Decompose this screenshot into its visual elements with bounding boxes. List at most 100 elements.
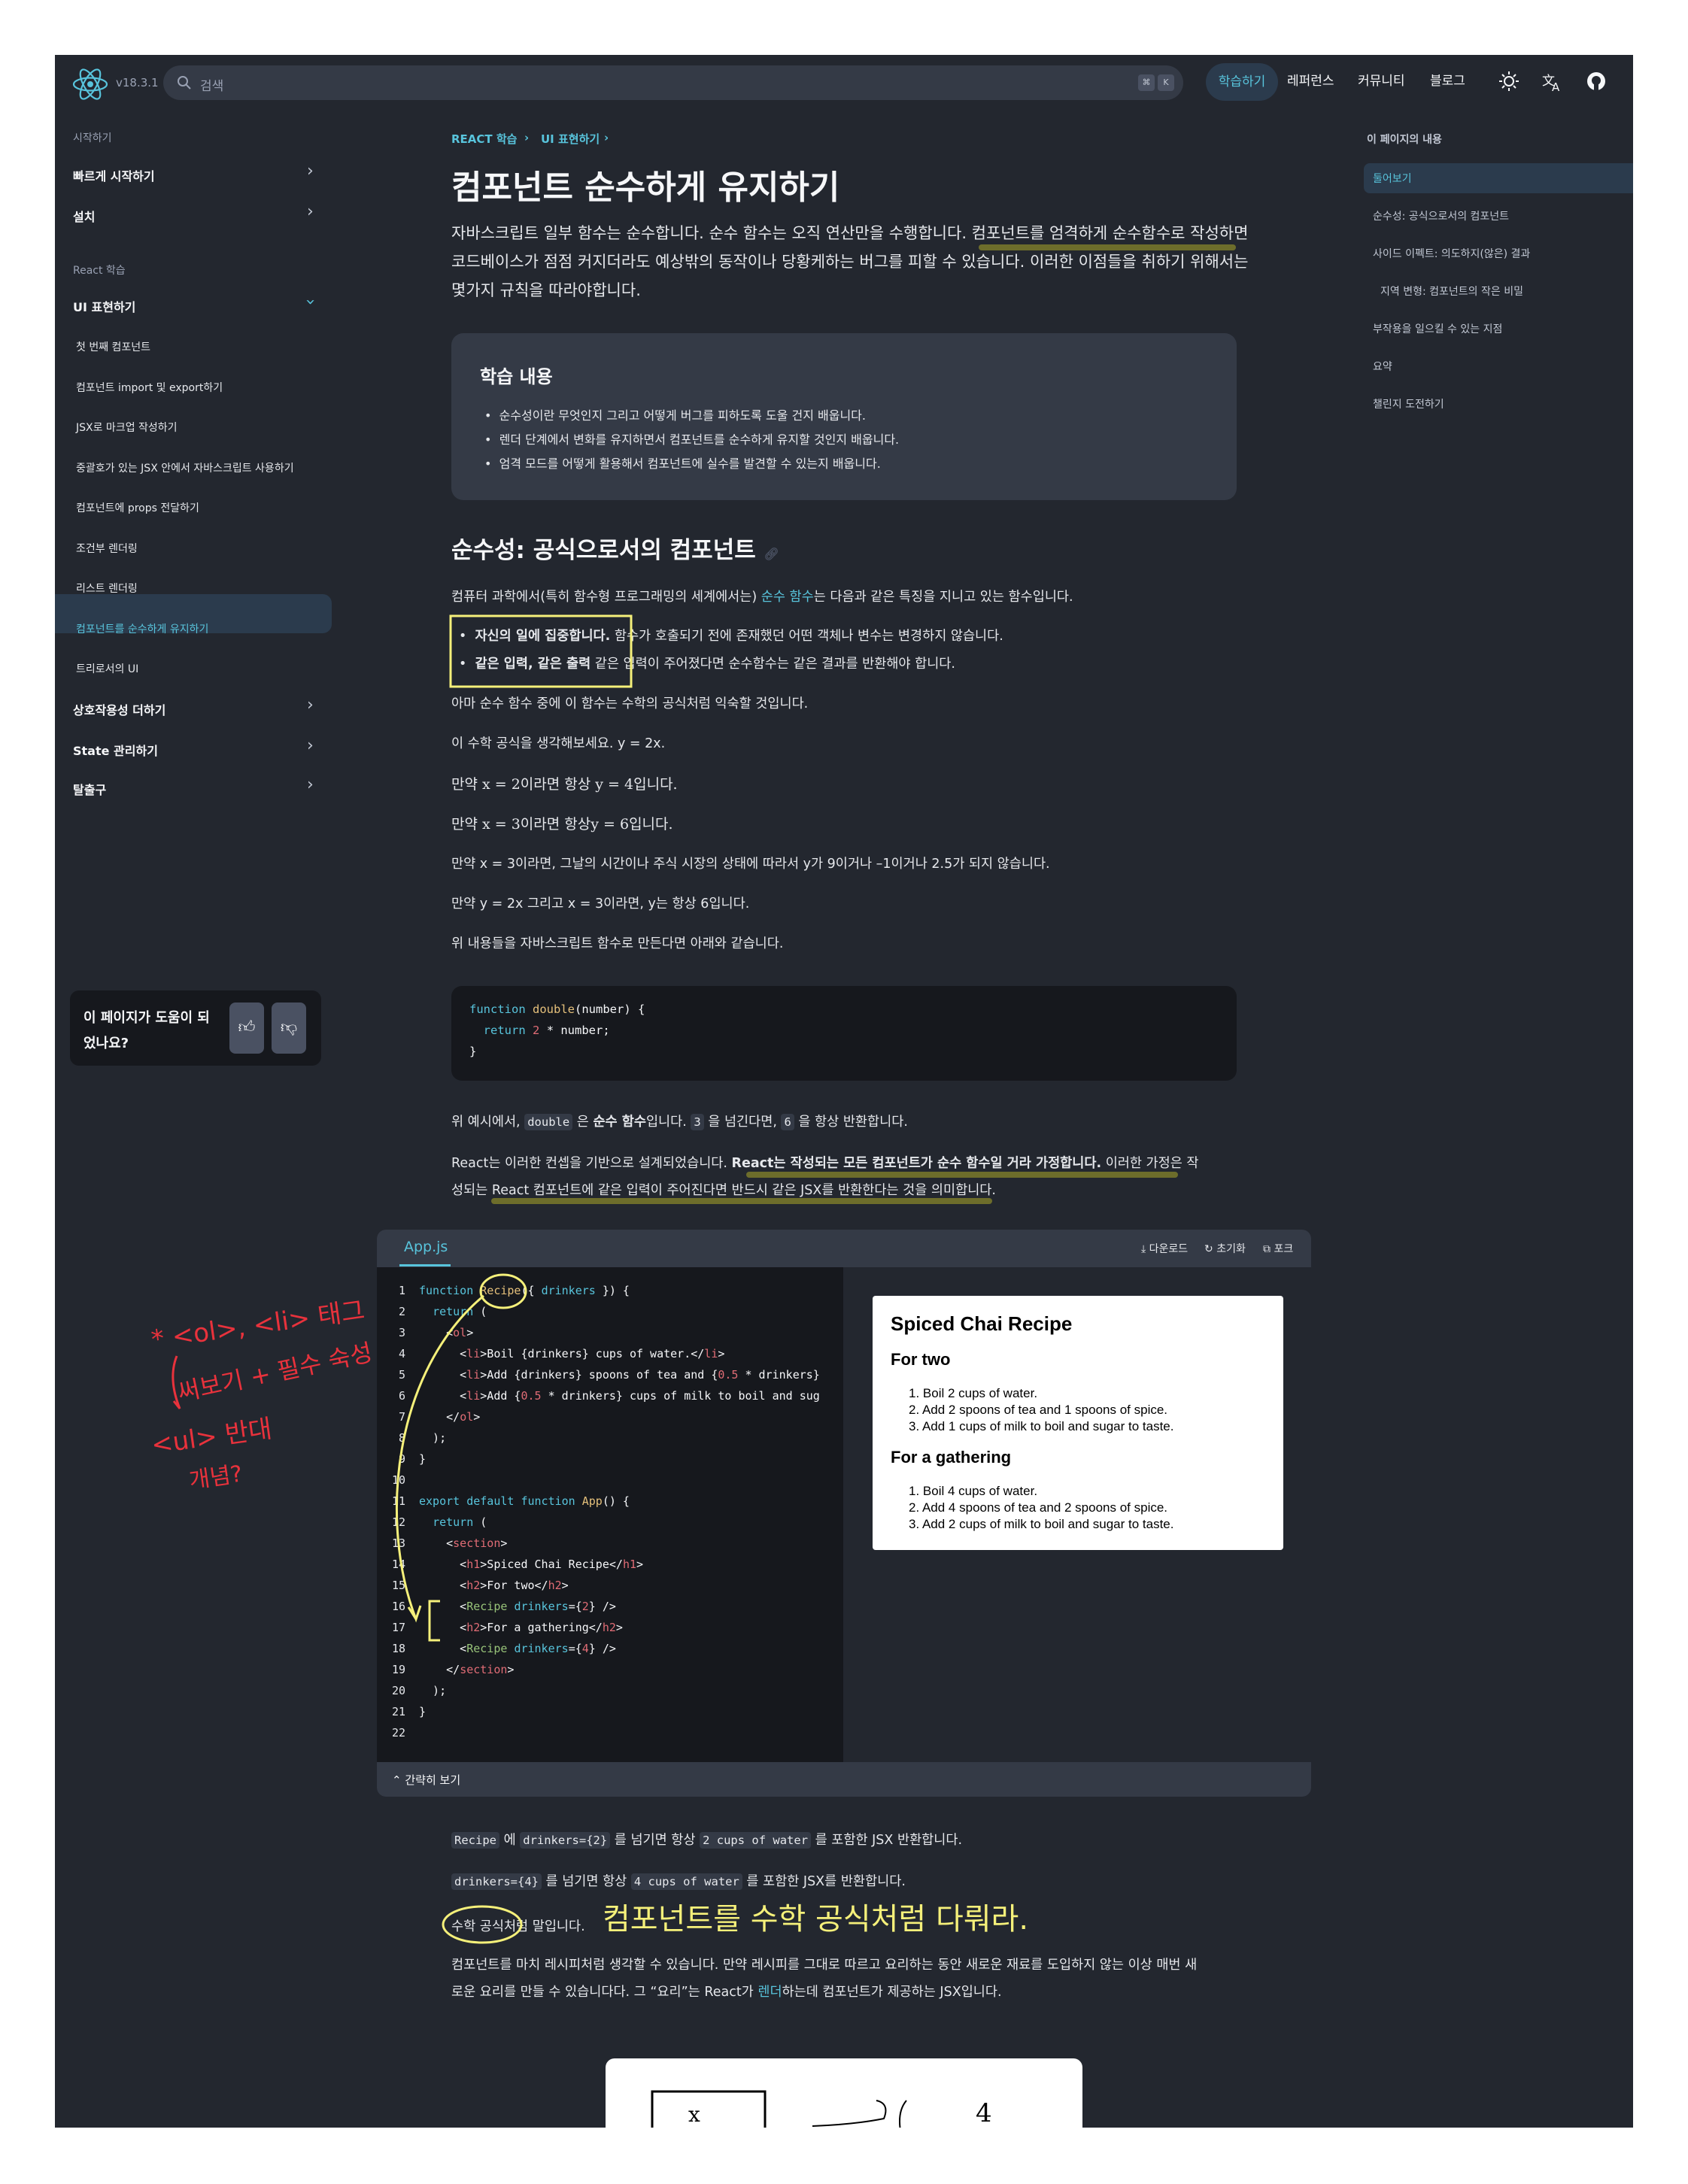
chevron-right-icon: › bbox=[307, 736, 314, 755]
nav-blog[interactable]: 블로그 bbox=[1430, 70, 1465, 89]
sidebar-item-jsx[interactable]: JSX로 마크업 작성하기 bbox=[76, 420, 178, 435]
thumbs-up-button[interactable]: 👍︎ bbox=[229, 1003, 264, 1054]
toc-item-overview[interactable]: 둘어보기 bbox=[1373, 171, 1412, 186]
code-line: return ( bbox=[433, 1305, 487, 1318]
sidebar-item-ui-tree[interactable]: 트리로서의 UI bbox=[76, 661, 138, 676]
reset-button[interactable]: ↻ 초기화 bbox=[1204, 1241, 1246, 1256]
search-icon bbox=[178, 76, 191, 89]
preview-heading: For a gathering bbox=[891, 1448, 1012, 1467]
code-line: <ol> bbox=[419, 1326, 474, 1339]
sidebar-item-escape[interactable]: 탈출구 bbox=[73, 780, 106, 798]
nav-learn[interactable]: 학습하기 bbox=[1206, 63, 1278, 101]
code-block[interactable]: function double(number) { return 2 * num… bbox=[451, 986, 1237, 1081]
line-number: 10 bbox=[391, 1473, 405, 1487]
preview-list-item: 2. Add 4 spoons of tea and 2 spoons of s… bbox=[909, 1500, 1168, 1515]
annotation-note-yellow: 컴포넌트를 수학 공식처럼 다뤄라. bbox=[603, 1902, 1028, 1937]
theme-toggle-icon[interactable] bbox=[1498, 70, 1520, 93]
tab-app-js[interactable]: App.js bbox=[404, 1239, 448, 1255]
paragraph: 컴포넌트를 마치 레시피처럼 생각할 수 있습니다. 만약 레시피를 그대로 따… bbox=[451, 1958, 1198, 1973]
page-title: 컴포넌트 순수하게 유지하기 bbox=[451, 168, 840, 207]
toc-item-purity[interactable]: 순수성: 공식으로서의 컴포넌트 bbox=[1373, 208, 1509, 223]
preview-heading: For two bbox=[891, 1350, 951, 1369]
pure-function-link[interactable]: 순수 함수 bbox=[761, 590, 814, 605]
sidebar-item-import-export[interactable]: 컴포넌트 import 및 export하기 bbox=[76, 380, 223, 395]
learn-item: • 순수성이란 무엇인지 그리고 어떻게 버그를 피하도록 도울 건지 배웁니다… bbox=[484, 408, 866, 423]
breadcrumb-learn[interactable]: REACT 학습 bbox=[451, 131, 517, 147]
code-line: function double(number) { bbox=[469, 1003, 645, 1016]
sidebar-item-state[interactable]: State 관리하기 bbox=[73, 741, 158, 759]
toc-item-where-side-effects[interactable]: 부작용을 일으킬 수 있는 지점 bbox=[1373, 321, 1502, 336]
sidebar-item-jsx-js[interactable]: 중괄호가 있는 JSX 안에서 자바스크립트 사용하기 bbox=[76, 460, 294, 475]
sandbox-tabs: App.js ⤓ 다운로드 ↻ 초기화 ⧉ 포크 bbox=[377, 1230, 1311, 1267]
highlight-underline bbox=[746, 1172, 1178, 1178]
language-icon[interactable]: 文A bbox=[1541, 70, 1564, 93]
paragraph: 위 예시에서, double 은 순수 함수입니다. 3 을 넘긴다면, 6 을… bbox=[451, 1114, 908, 1130]
code-line: return 2 * number; bbox=[483, 1024, 610, 1037]
paragraph: 아마 순수 함수 중에 이 함수는 수학의 공식처럼 익숙할 것입니다. bbox=[451, 696, 809, 711]
sidebar-item-first-component[interactable]: 첫 번째 컴포넌트 bbox=[76, 339, 150, 354]
toc-item-local-mutation[interactable]: 지역 변형: 컴포넌트의 작은 비밀 bbox=[1380, 284, 1523, 299]
chevron-right-icon: › bbox=[307, 202, 314, 221]
bullet-item: • 같은 입력, 같은 출력 같은 입력이 주어졌다면 순수함수는 같은 결과를… bbox=[459, 657, 955, 672]
line-number: 17 bbox=[391, 1621, 405, 1634]
link-icon[interactable]: 🔗︎ bbox=[764, 547, 779, 561]
sidebar-section-start: 시작하기 bbox=[73, 132, 112, 144]
line-number: 7 bbox=[398, 1410, 405, 1424]
paragraph: 컴퓨터 과학에서(특히 함수형 프로그래밍의 세계에서는) 순수 함수는 다음과… bbox=[451, 590, 1073, 605]
nav-reference[interactable]: 레퍼런스 bbox=[1287, 70, 1334, 89]
sidebar-item-props[interactable]: 컴포넌트에 props 전달하기 bbox=[76, 500, 199, 515]
line-number: 6 bbox=[398, 1389, 405, 1403]
code-editor[interactable]: 1 2 3 4 5 6 7 8 9 10 11 12 13 14 15 16 1… bbox=[377, 1267, 843, 1762]
code-line: </ol> bbox=[419, 1410, 481, 1424]
intro-paragraph: 자바스크립트 일부 함수는 순수합니다. 순수 함수는 오직 연산만을 수행합니… bbox=[451, 224, 1249, 299]
toc-item-recap[interactable]: 요약 bbox=[1373, 359, 1392, 374]
reset-icon: ↻ bbox=[1204, 1243, 1213, 1255]
thumbs-up-icon: 👍︎ bbox=[238, 1018, 256, 1037]
code-line: } bbox=[419, 1452, 427, 1466]
code-line: <h1>Spiced Chai Recipe</h1> bbox=[419, 1558, 644, 1571]
sidebar-item-conditional[interactable]: 조건부 렌더링 bbox=[76, 541, 138, 556]
learn-box: 학습 내용 • 순수성이란 무엇인지 그리고 어떻게 버그를 피하도록 도울 건… bbox=[451, 333, 1237, 500]
search-placeholder: 검색 bbox=[200, 79, 224, 94]
collapse-button[interactable]: ⌃ 간략히 보기 bbox=[377, 1762, 1311, 1797]
thumbs-down-button[interactable]: 👎︎ bbox=[272, 1003, 306, 1054]
search-bar[interactable]: 검색 ⌘ K bbox=[163, 65, 1183, 100]
feedback-question: 이 페이지가 도움이 되었나요? bbox=[83, 1010, 210, 1051]
render-link[interactable]: 렌더 bbox=[757, 1985, 782, 2000]
sidebar-item-quickstart[interactable]: 빠르게 시작하기 bbox=[73, 166, 155, 184]
fork-icon: ⧉ bbox=[1263, 1243, 1271, 1255]
line-number: 22 bbox=[391, 1726, 405, 1740]
section-heading: 순수성: 공식으로서의 컴포넌트 🔗︎ bbox=[451, 537, 779, 564]
thumbs-down-icon: 👎︎ bbox=[280, 1018, 298, 1037]
toc-item-challenges[interactable]: 챌린지 도전하기 bbox=[1373, 396, 1444, 411]
download-icon: ⤓ bbox=[1141, 1243, 1146, 1255]
chevron-down-icon: › bbox=[300, 299, 320, 305]
sidebar-item-install[interactable]: 설치 bbox=[73, 207, 95, 225]
sidebar-item-interactivity[interactable]: 상호작용성 더하기 bbox=[73, 700, 165, 718]
github-icon[interactable] bbox=[1585, 70, 1608, 93]
paragraph: 만약 x = 2이라면 항상 y = 4입니다. bbox=[451, 776, 678, 793]
line-number: 1 bbox=[398, 1284, 405, 1297]
line-number: 16 bbox=[391, 1600, 405, 1613]
preview-title: Spiced Chai Recipe bbox=[891, 1312, 1073, 1335]
preview-card: Spiced Chai Recipe For two 1. Boil 2 cup… bbox=[873, 1296, 1283, 1550]
toc-item-side-effects[interactable]: 사이드 이펙트: 의도하지(않은) 결과 bbox=[1373, 246, 1530, 261]
preview-list-item: 1. Boil 4 cups of water. bbox=[909, 1484, 1038, 1498]
bullet-item: • 자신의 일에 집중합니다. 함수가 호출되기 전에 존재했던 어떤 객체나 … bbox=[459, 629, 1003, 644]
sidebar-item-pure[interactable]: 컴포넌트를 순수하게 유지하기 bbox=[76, 621, 208, 636]
sidebar-item-list[interactable]: 리스트 렌더링 bbox=[76, 581, 138, 596]
kbd-k: K bbox=[1158, 74, 1174, 91]
preview-pane: Spiced Chai Recipe For two 1. Boil 2 cup… bbox=[843, 1267, 1311, 1762]
react-logo-icon[interactable] bbox=[71, 65, 109, 103]
fork-button[interactable]: ⧉ 포크 bbox=[1263, 1241, 1293, 1256]
nav-community[interactable]: 커뮤니티 bbox=[1358, 70, 1405, 89]
line-number: 8 bbox=[398, 1431, 405, 1445]
sidebar-item-ui[interactable]: UI 표현하기 bbox=[73, 297, 135, 315]
breadcrumb-ui[interactable]: UI 표현하기 bbox=[541, 131, 600, 147]
code-line: ); bbox=[419, 1684, 447, 1697]
download-button[interactable]: ⤓ 다운로드 bbox=[1141, 1241, 1188, 1256]
preview-list-item: 1. Boil 2 cups of water. bbox=[909, 1386, 1038, 1400]
annotation-arrow-red bbox=[172, 1355, 181, 1409]
version-label[interactable]: v18.3.1 bbox=[116, 76, 159, 89]
preview-list-item: 3. Add 1 cups of milk to boil and sugar … bbox=[909, 1419, 1174, 1433]
